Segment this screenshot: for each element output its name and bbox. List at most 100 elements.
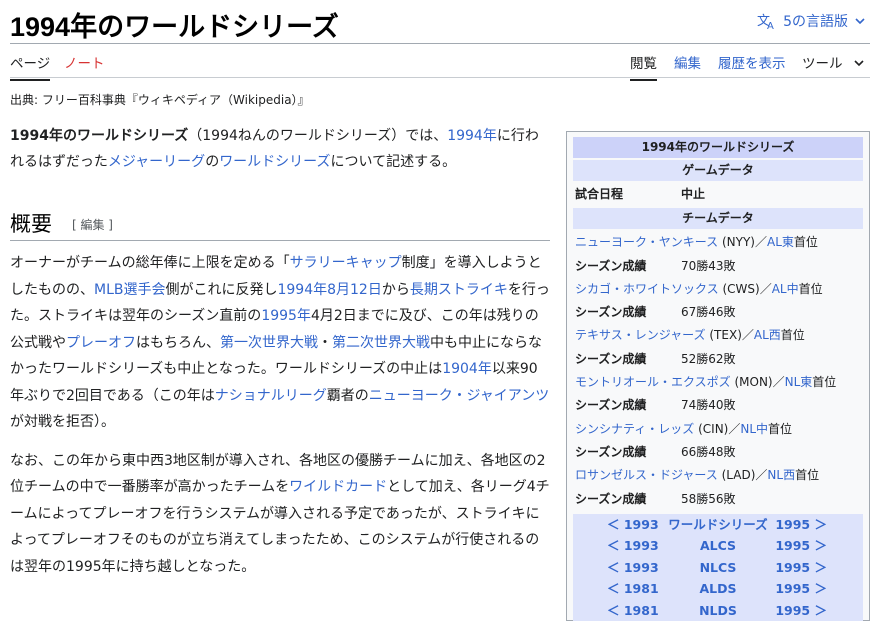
section-heading: 概要 [ 編集 ]: [10, 205, 550, 241]
title-row: 1994年のワールドシリーズ 文A 5の言語版: [10, 0, 870, 44]
season-label: シーズン成績: [575, 398, 647, 413]
team-abbr: (CIN)／: [694, 421, 741, 436]
season-record-row: シーズン成績 70勝43敗: [573, 255, 863, 278]
infobox-navigation: ワールドシリーズ＜ 1993 1995 ＞ ALCS ＜ 1993 1995 ＞ NLCS…: [573, 513, 863, 622]
text: ・: [318, 334, 332, 351]
text: オーナーがチームの総年俸に上限を定める「: [10, 255, 290, 271]
intro-text: について記述する。: [330, 154, 457, 170]
team-link[interactable]: モントリオール・エクスポズ: [575, 375, 731, 389]
team-rank: 首位: [793, 235, 818, 250]
team-abbr: (CWS)／: [718, 281, 772, 296]
link-world-series[interactable]: ワールドシリーズ: [219, 154, 330, 170]
nav-row: ALDS ＜ 1981 1995 ＞: [573, 578, 863, 600]
text: が対戦を拒否）。: [10, 414, 115, 430]
nav-prev-link[interactable]: ＜ 1993: [607, 514, 659, 536]
link-ww1[interactable]: 第一次世界大戦: [220, 335, 318, 351]
link-ny-giants[interactable]: ニューヨーク・ジャイアンツ: [369, 388, 549, 404]
nav-next-link[interactable]: 1995 ＞: [775, 535, 827, 557]
nav-prev-link[interactable]: ＜ 1993: [607, 535, 659, 557]
division-link[interactable]: NL東: [785, 375, 813, 389]
team-abbr: (MON)／: [730, 375, 785, 390]
season-record: 66勝48敗: [681, 444, 736, 459]
tab-edit[interactable]: 編集: [674, 52, 701, 72]
division-link[interactable]: AL東: [767, 235, 794, 249]
chevron-down-icon: [854, 60, 864, 67]
text: はもちろん、: [136, 334, 220, 351]
link-salary-cap[interactable]: サラリーキャップ: [290, 255, 402, 271]
team-row: モントリオール・エクスポズ (MON)／NL東首位: [573, 371, 863, 394]
tab-history[interactable]: 履歴を表示: [718, 52, 786, 72]
team-link[interactable]: シンシナティ・レッズ: [575, 422, 694, 436]
season-record-row: シーズン成績 52勝62敗: [573, 348, 863, 371]
tools-label: ツール: [802, 56, 843, 72]
nav-prev-link[interactable]: ＜ 1981: [607, 600, 659, 622]
team-rank: 首位: [780, 328, 805, 343]
infobox-teams: ニューヨーク・ヤンキース (NYY)／AL東首位 シーズン成績 70勝43敗 シカゴ・…: [570, 231, 866, 511]
infobox-team-header: チームデータ: [573, 208, 863, 230]
nav-next-link[interactable]: 1995 ＞: [775, 600, 827, 622]
season-record-row: シーズン成績 66勝48敗: [573, 441, 863, 464]
nav-next-link[interactable]: 1995 ＞: [775, 578, 827, 600]
team-row: シカゴ・ホワイトソックス (CWS)／AL中首位: [573, 278, 863, 301]
link-mlbpa[interactable]: MLB選手会: [94, 282, 165, 298]
text: 側がこれに反発し: [165, 281, 278, 298]
season-record: 74勝40敗: [681, 398, 736, 413]
link-1994[interactable]: 1994年: [447, 128, 497, 144]
language-label: 5の言語版: [783, 14, 848, 30]
team-link[interactable]: ロサンゼルス・ドジャース: [575, 468, 718, 482]
division-link[interactable]: AL西: [754, 328, 781, 342]
nav-row: ワールドシリーズ＜ 1993 1995 ＞: [573, 514, 863, 536]
season-record-row: シーズン成績 58勝56敗: [573, 488, 863, 511]
link-1904[interactable]: 1904年: [442, 361, 492, 377]
language-button[interactable]: 文A 5の言語版: [757, 11, 866, 31]
link-1995[interactable]: 1995年: [261, 308, 311, 324]
season-label: シーズン成績: [575, 258, 647, 273]
team-row: テキサス・レンジャーズ (TEX)／AL西首位: [573, 324, 863, 347]
nav-next-link[interactable]: 1995 ＞: [775, 557, 827, 579]
tab-read[interactable]: 閲覧: [630, 52, 657, 81]
nav-row: NLDS ＜ 1981 1995 ＞: [573, 600, 863, 622]
team-row: ニューヨーク・ヤンキース (NYY)／AL東首位: [573, 231, 863, 254]
intro-paragraph: 1994年のワールドシリーズ（1994ねんのワールドシリーズ）では、1994年に…: [10, 123, 550, 185]
team-rank: 首位: [812, 375, 837, 390]
link-mlb[interactable]: メジャーリーグ: [108, 154, 205, 170]
schedule-label: 試合日程: [575, 187, 624, 201]
season-record-row: シーズン成績 74勝40敗: [573, 394, 863, 417]
division-link[interactable]: NL中: [740, 422, 768, 436]
page-title: 1994年のワールドシリーズ: [10, 12, 339, 42]
intro-text: の: [205, 154, 220, 170]
link-playoff[interactable]: プレーオフ: [66, 335, 136, 351]
link-strike[interactable]: 長期ストライキ: [410, 282, 508, 298]
team-rank: 首位: [795, 468, 820, 483]
season-label: シーズン成績: [575, 491, 647, 506]
team-link[interactable]: ニューヨーク・ヤンキース: [575, 235, 718, 249]
section-edit-link[interactable]: [ 編集 ]: [72, 216, 113, 233]
chevron-down-icon: [854, 16, 866, 26]
team-link[interactable]: テキサス・レンジャーズ: [575, 328, 706, 342]
tab-page[interactable]: ページ: [10, 52, 51, 81]
link-date[interactable]: 1994年8月12日: [277, 282, 381, 298]
nav-prev-link[interactable]: ＜ 1993: [607, 557, 659, 579]
division-link[interactable]: NL西: [767, 468, 795, 482]
bold-title: 1994年のワールドシリーズ: [10, 128, 189, 144]
season-record: 52勝62敗: [681, 351, 736, 366]
team-link[interactable]: シカゴ・ホワイトソックス: [575, 282, 719, 296]
nav-prev-link[interactable]: ＜ 1981: [607, 578, 659, 600]
team-row: ロサンゼルス・ドジャース (LAD)／NL西首位: [573, 464, 863, 487]
tab-tools[interactable]: ツール: [802, 52, 865, 72]
link-national-league[interactable]: ナショナルリーグ: [215, 388, 327, 404]
link-wildcard[interactable]: ワイルドカード: [289, 479, 387, 495]
nav-row: ALCS ＜ 1993 1995 ＞: [573, 535, 863, 557]
nav-next-link[interactable]: 1995 ＞: [775, 514, 827, 536]
section-title: 概要: [10, 212, 52, 236]
page-tabs: ページ ノート 閲覧 編集 履歴を表示 ツール: [10, 46, 870, 81]
section-body: オーナーがチームの総年俸に上限を定める「サラリーキャップ制度」を導入しようとした…: [10, 250, 550, 592]
tab-talk[interactable]: ノート: [64, 52, 105, 72]
division-link[interactable]: AL中: [772, 282, 799, 296]
team-abbr: (NYY)／: [718, 235, 767, 250]
season-record-row: シーズン成績 67勝46敗: [573, 301, 863, 324]
text: 覇者の: [326, 387, 369, 404]
link-ww2[interactable]: 第二次世界大戦: [332, 335, 430, 351]
season-record: 58勝56敗: [681, 491, 736, 506]
infobox-title: 1994年のワールドシリーズ: [573, 137, 863, 158]
